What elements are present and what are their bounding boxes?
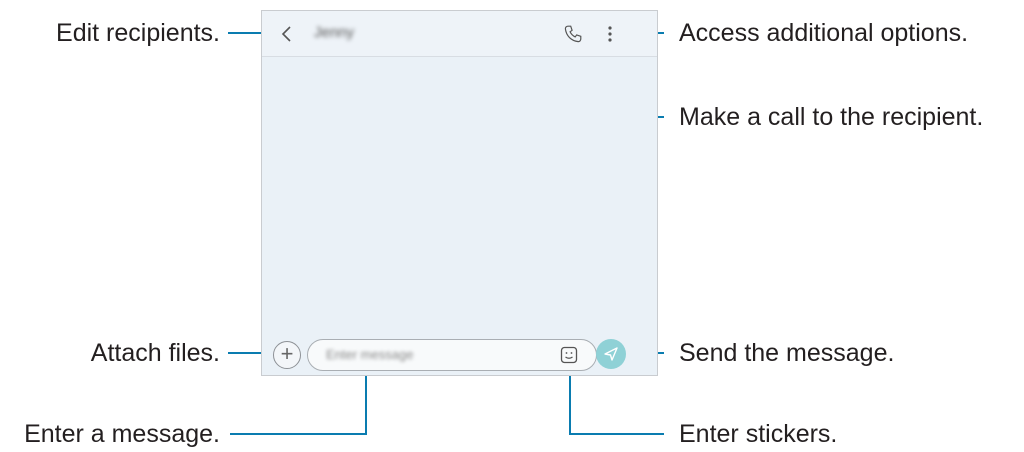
message-input[interactable]: Enter message — [307, 339, 597, 371]
sticker-icon[interactable] — [560, 346, 578, 364]
call-icon[interactable] — [562, 23, 584, 45]
back-icon[interactable] — [280, 24, 294, 44]
attach-button[interactable]: + — [273, 341, 301, 369]
label-edit-recipients: Edit recipients. — [56, 19, 220, 47]
leader-enter-stickers — [569, 366, 664, 435]
label-enter-stickers: Enter stickers. — [679, 420, 838, 448]
top-bar: Jenny — [262, 11, 657, 57]
label-attach-files: Attach files. — [90, 339, 220, 367]
message-placeholder: Enter message — [326, 347, 414, 362]
leader-enter-message — [230, 366, 367, 435]
message-screen: Jenny + Enter message — [261, 10, 658, 376]
label-send-message: Send the message. — [679, 339, 895, 367]
label-make-call: Make a call to the recipient. — [679, 103, 984, 131]
send-button[interactable] — [596, 339, 626, 369]
send-icon — [604, 347, 618, 361]
more-options-icon[interactable] — [605, 23, 615, 45]
label-access-options: Access additional options. — [679, 19, 969, 47]
label-enter-message: Enter a message. — [24, 420, 220, 448]
attach-icon: + — [280, 341, 294, 366]
contact-name[interactable]: Jenny — [314, 24, 354, 41]
